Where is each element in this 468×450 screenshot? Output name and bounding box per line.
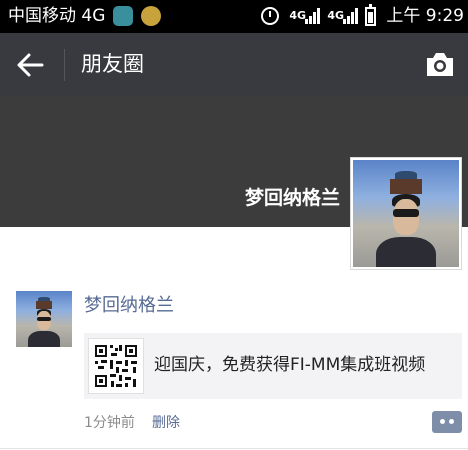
shared-link-card[interactable]: 迎国庆，免费获得FI-MM集成班视频 — [84, 333, 462, 399]
post-author-avatar[interactable] — [16, 291, 72, 347]
camera-button[interactable] — [422, 47, 458, 83]
signal-icon — [305, 8, 321, 24]
status-right: 4G 4G 上午 9:29 — [261, 3, 464, 27]
carrier-label: 中国移动 4G — [8, 6, 106, 26]
post-timestamp: 1分钟前 — [84, 415, 135, 431]
avatar-photo — [353, 160, 459, 267]
app-notification-icon — [141, 6, 162, 26]
signal-icon — [343, 8, 359, 24]
clock: 上午 9:29 — [386, 6, 464, 26]
network-type-label: 4G — [289, 9, 307, 22]
app-notification-icon — [113, 6, 134, 26]
qr-code-icon — [93, 343, 139, 389]
app-bar: 朋友圈 — [0, 33, 468, 96]
delete-post-link[interactable]: 删除 — [152, 413, 180, 433]
back-arrow-icon — [17, 53, 44, 77]
shared-link-title: 迎国庆，免费获得FI-MM集成班视频 — [154, 355, 426, 375]
app-bar-divider — [64, 49, 65, 81]
alarm-icon — [261, 7, 280, 25]
divider — [0, 448, 468, 449]
qr-code-thumbnail — [88, 338, 144, 394]
battery-icon — [365, 3, 377, 26]
status-bar: 中国移动 4G 4G 4G 上午 9:29 — [0, 0, 468, 33]
page-title: 朋友圈 — [81, 52, 144, 76]
cover-user-name[interactable]: 梦回纳格兰 — [245, 186, 340, 210]
network-type-label: 4G — [327, 9, 345, 22]
post-author-name[interactable]: 梦回纳格兰 — [84, 294, 174, 318]
back-button[interactable] — [10, 46, 50, 84]
status-left: 中国移动 4G — [8, 5, 162, 27]
camera-icon — [427, 53, 453, 76]
avatar-photo — [16, 291, 72, 347]
comment-action-button[interactable] — [432, 411, 462, 433]
cover-avatar[interactable] — [350, 157, 462, 270]
